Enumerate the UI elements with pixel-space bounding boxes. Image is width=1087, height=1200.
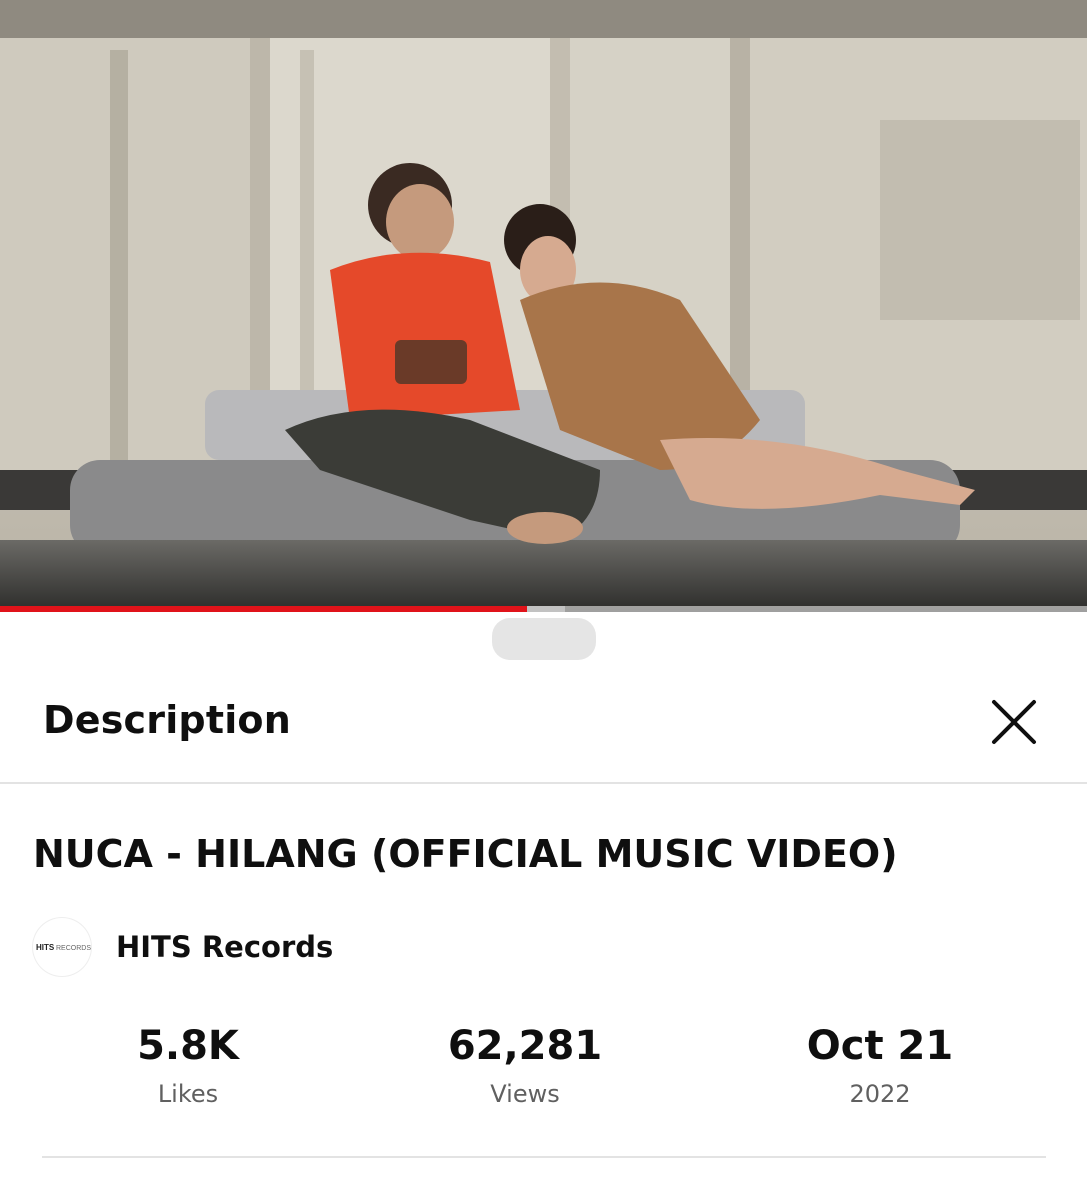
video-title: NUCA - HILANG (OFFICIAL MUSIC VIDEO)	[33, 832, 898, 876]
stat-likes: 5.8K Likes	[58, 1020, 318, 1108]
video-player[interactable]	[0, 0, 1087, 612]
drag-handle[interactable]	[492, 618, 596, 660]
publish-date: Oct 21	[806, 1023, 954, 1069]
channel-link[interactable]: HITS RECORDS HITS Records	[32, 917, 333, 977]
avatar-logo-text-bold: HITS	[36, 943, 55, 952]
panel-title: Description	[43, 698, 291, 742]
channel-avatar[interactable]: HITS RECORDS	[32, 917, 92, 977]
video-frame	[0, 0, 1087, 612]
close-button[interactable]	[982, 692, 1046, 756]
stat-date: Oct 21 2022	[750, 1020, 1010, 1108]
header-divider	[0, 782, 1087, 784]
stats-divider	[42, 1156, 1046, 1158]
likes-count: 5.8K	[137, 1023, 239, 1069]
views-label: Views	[490, 1080, 560, 1108]
stat-views: 62,281 Views	[395, 1020, 655, 1108]
description-panel: Description NUCA - HILANG (OFFICIAL MUSI…	[0, 612, 1087, 1200]
likes-label: Likes	[157, 1080, 219, 1108]
publish-year: 2022	[849, 1080, 911, 1108]
views-count: 62,281	[447, 1023, 603, 1069]
avatar-logo-text-light: RECORDS	[56, 945, 91, 952]
close-icon	[990, 698, 1038, 750]
channel-name[interactable]: HITS Records	[116, 930, 333, 964]
